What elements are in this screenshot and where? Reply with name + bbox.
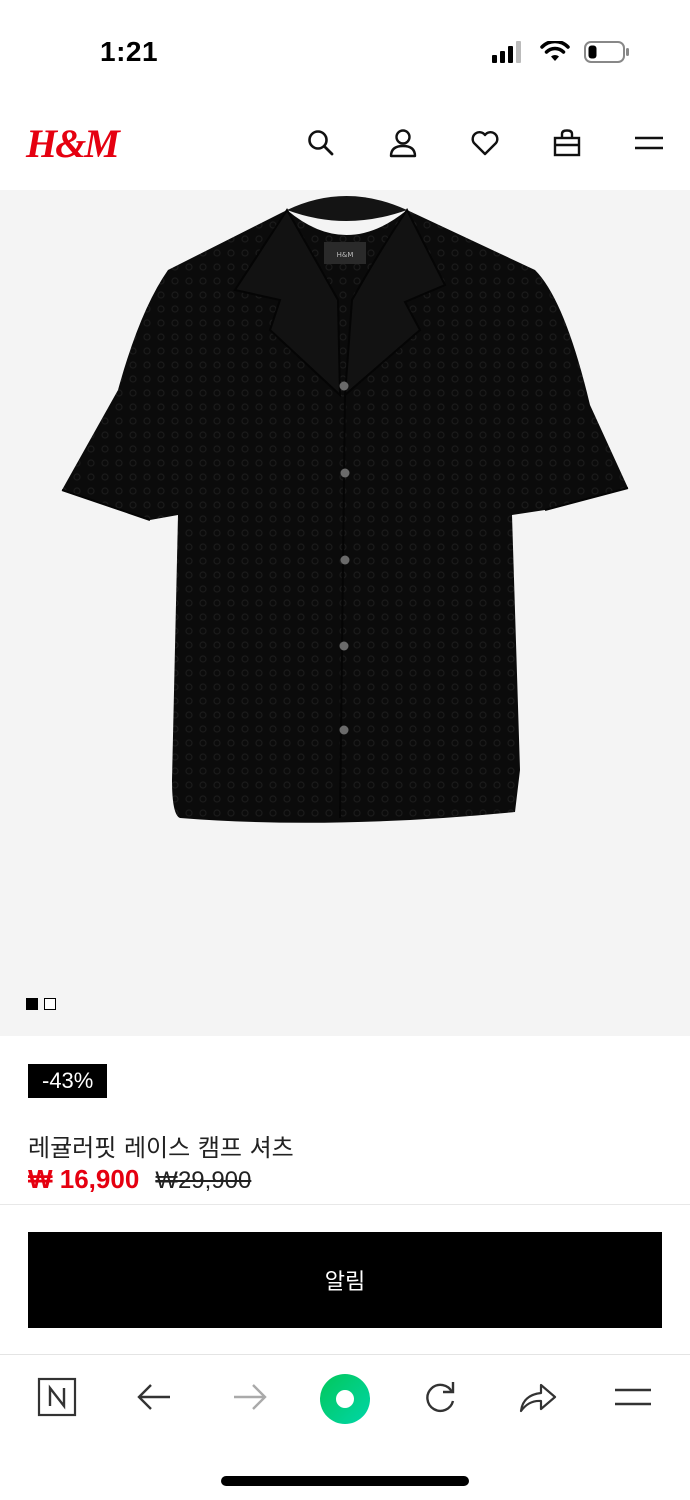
image-pagination (26, 998, 56, 1010)
search-icon[interactable] (306, 128, 336, 158)
browser-menu-icon[interactable] (611, 1375, 655, 1419)
account-icon[interactable] (388, 128, 418, 158)
status-time: 1:21 (100, 36, 159, 67)
price-current: ₩ 16,900 (28, 1164, 140, 1194)
product-photo-shirt: H&M (61, 196, 629, 823)
home-indicator (221, 1476, 469, 1486)
naver-icon[interactable] (35, 1375, 79, 1419)
menu-icon[interactable] (634, 128, 664, 158)
discount-badge: -43% (28, 1064, 108, 1098)
notify-button[interactable]: 알림 (28, 1232, 662, 1328)
back-icon[interactable] (132, 1375, 176, 1419)
browser-toolbar (0, 1354, 690, 1444)
product-image-gallery[interactable]: H&M (0, 190, 690, 1036)
favorites-icon[interactable] (470, 128, 500, 158)
battery-icon (584, 41, 629, 63)
svg-text:H&M: H&M (337, 251, 354, 259)
forward-icon[interactable] (228, 1375, 272, 1419)
price-original: ₩29,900 (155, 1167, 252, 1194)
cellular-signal-icon (492, 41, 521, 63)
site-header: H&M (0, 100, 690, 190)
pagination-dot-active[interactable] (26, 998, 38, 1010)
hm-logo[interactable]: H&M (26, 120, 120, 167)
status-bar: 1:21 (0, 0, 690, 100)
price-row: ₩ 16,900 ₩29,900 (28, 1164, 251, 1195)
status-icons (492, 40, 630, 64)
share-icon[interactable] (515, 1375, 559, 1419)
divider (0, 1204, 690, 1205)
green-dot-icon[interactable] (318, 1372, 372, 1426)
wifi-icon (540, 41, 570, 61)
bag-icon[interactable] (552, 128, 582, 158)
pagination-dot[interactable] (44, 998, 56, 1010)
product-title: 레귤러핏 레이스 캠프 셔츠 (28, 1134, 294, 1162)
header-icons (306, 128, 664, 158)
reload-icon[interactable] (418, 1375, 462, 1419)
